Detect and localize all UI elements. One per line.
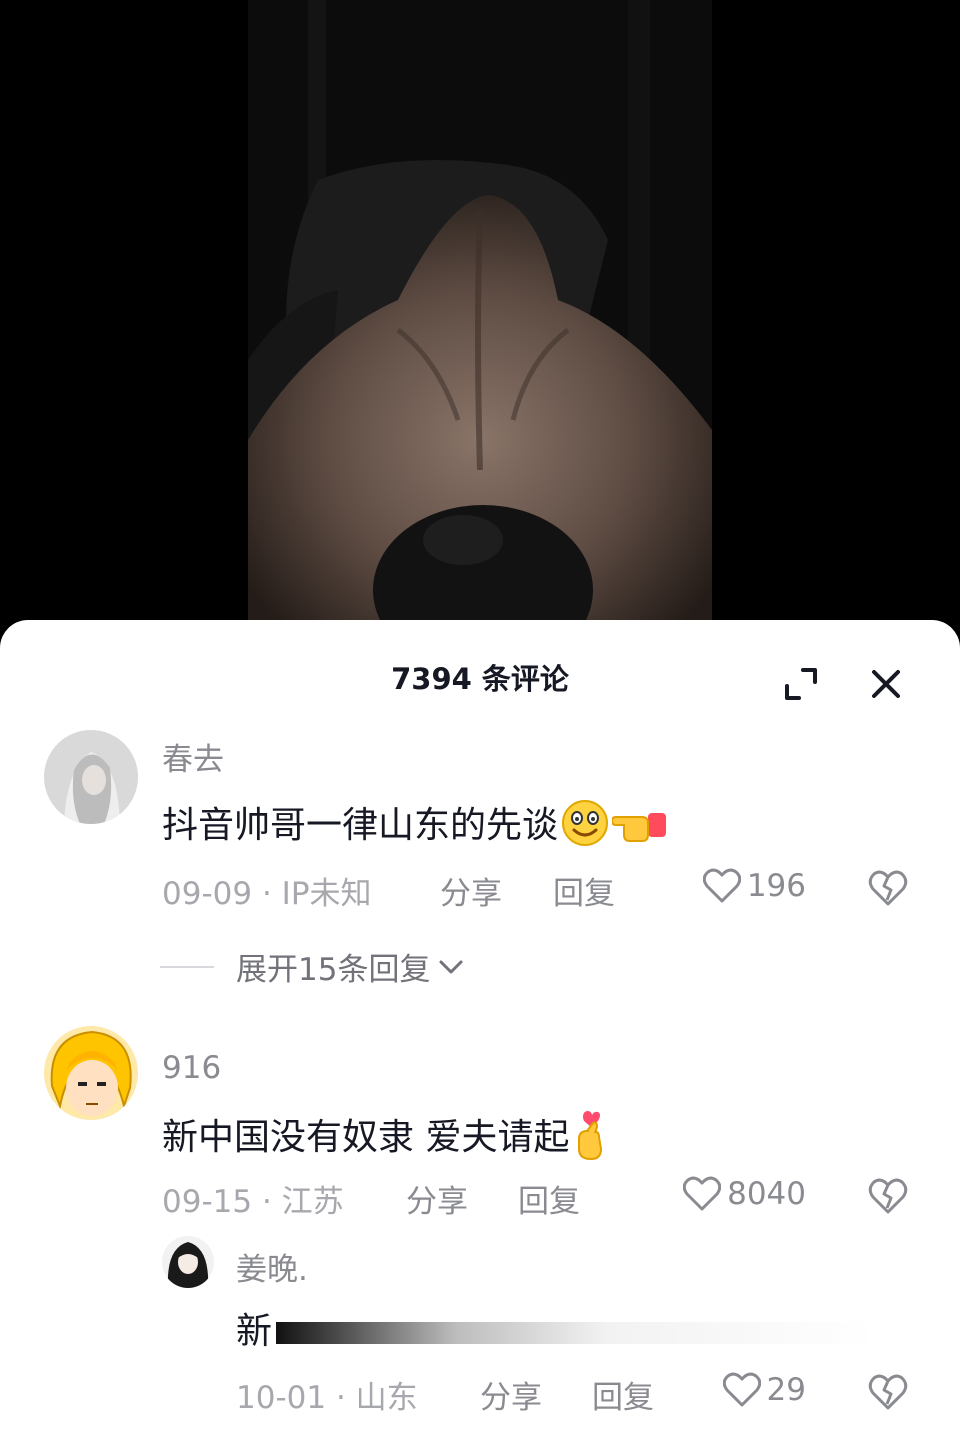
reply-button[interactable]: 回复 [592,1372,654,1417]
reply-date: 10-01 [236,1380,327,1416]
dislike-button[interactable] [868,1372,908,1412]
reply-location: 山东 [355,1380,418,1416]
like-button[interactable]: 29 [690,1372,806,1408]
like-button[interactable]: 8040 [640,1176,806,1212]
avatar[interactable] [44,730,138,824]
like-count: 8040 [727,1176,806,1212]
comment-location: 江苏 [281,1184,344,1220]
close-icon[interactable] [866,664,906,704]
broken-heart-icon [868,1178,908,1214]
share-button[interactable]: 分享 [406,1176,468,1221]
like-button[interactable]: 196 [660,868,806,904]
meta-separator: · [261,876,282,912]
comment-date: 09-09 [162,876,253,912]
pointing-hand-emoji [611,801,668,854]
avatar[interactable] [162,1236,214,1288]
heart-icon [722,1372,761,1407]
meta-separator: · [335,1380,356,1416]
like-count: 196 [746,868,806,904]
comment-sheet: 7394 条评论 春去 抖音帅哥一律山东的先谈 09-09 · IP未知 分享 … [0,620,960,1444]
reply-text-content: 新 [236,1311,273,1352]
dislike-button[interactable] [868,868,908,908]
heart-icon [702,868,741,903]
sheet-header: 7394 条评论 [0,620,960,730]
broken-heart-icon [868,1374,908,1410]
comment-text: 抖音帅哥一律山东的先谈 [162,796,668,857]
reply-meta: 10-01 · 山东 [236,1372,418,1417]
chevron-down-icon [439,960,463,973]
smile-emoji [560,798,610,857]
comment-text-content: 抖音帅哥一律山东的先谈 [162,805,559,846]
comment-username[interactable]: 春去 [162,734,224,779]
reply-button[interactable]: 回复 [553,868,615,913]
reply-username[interactable]: 姜晚. [236,1244,308,1289]
comment-meta: 09-15 · 江苏 [162,1176,344,1221]
video-player[interactable] [0,0,960,640]
comment-meta: 09-09 · IP未知 [162,868,372,913]
broken-heart-icon [868,870,908,906]
like-count: 29 [766,1372,806,1408]
video-still-image [248,0,712,640]
redacted-text-blur [276,1322,877,1344]
divider-line [160,965,214,968]
avatar[interactable] [44,1026,138,1120]
comment-username[interactable]: 916 [162,1050,221,1086]
comment-text-content: 新中国没有奴隶 爱夫请起 [162,1117,570,1158]
comment-location: IP未知 [281,876,372,912]
heart-icon [683,1176,722,1211]
expand-icon[interactable] [781,664,821,704]
meta-separator: · [261,1184,282,1220]
share-button[interactable]: 分享 [480,1372,542,1417]
comment-text: 新中国没有奴隶 爱夫请起 [162,1108,611,1170]
comment-date: 09-15 [162,1184,253,1220]
reply-text: 新 [236,1302,877,1354]
video-frame[interactable] [248,0,712,640]
expand-replies-button[interactable]: 展开15条回复 [160,944,464,989]
finger-heart-emoji [571,1109,611,1170]
share-button[interactable]: 分享 [440,868,502,913]
dislike-button[interactable] [868,1176,908,1216]
expand-replies-label: 展开15条回复 [236,952,431,988]
reply-button[interactable]: 回复 [518,1176,580,1221]
